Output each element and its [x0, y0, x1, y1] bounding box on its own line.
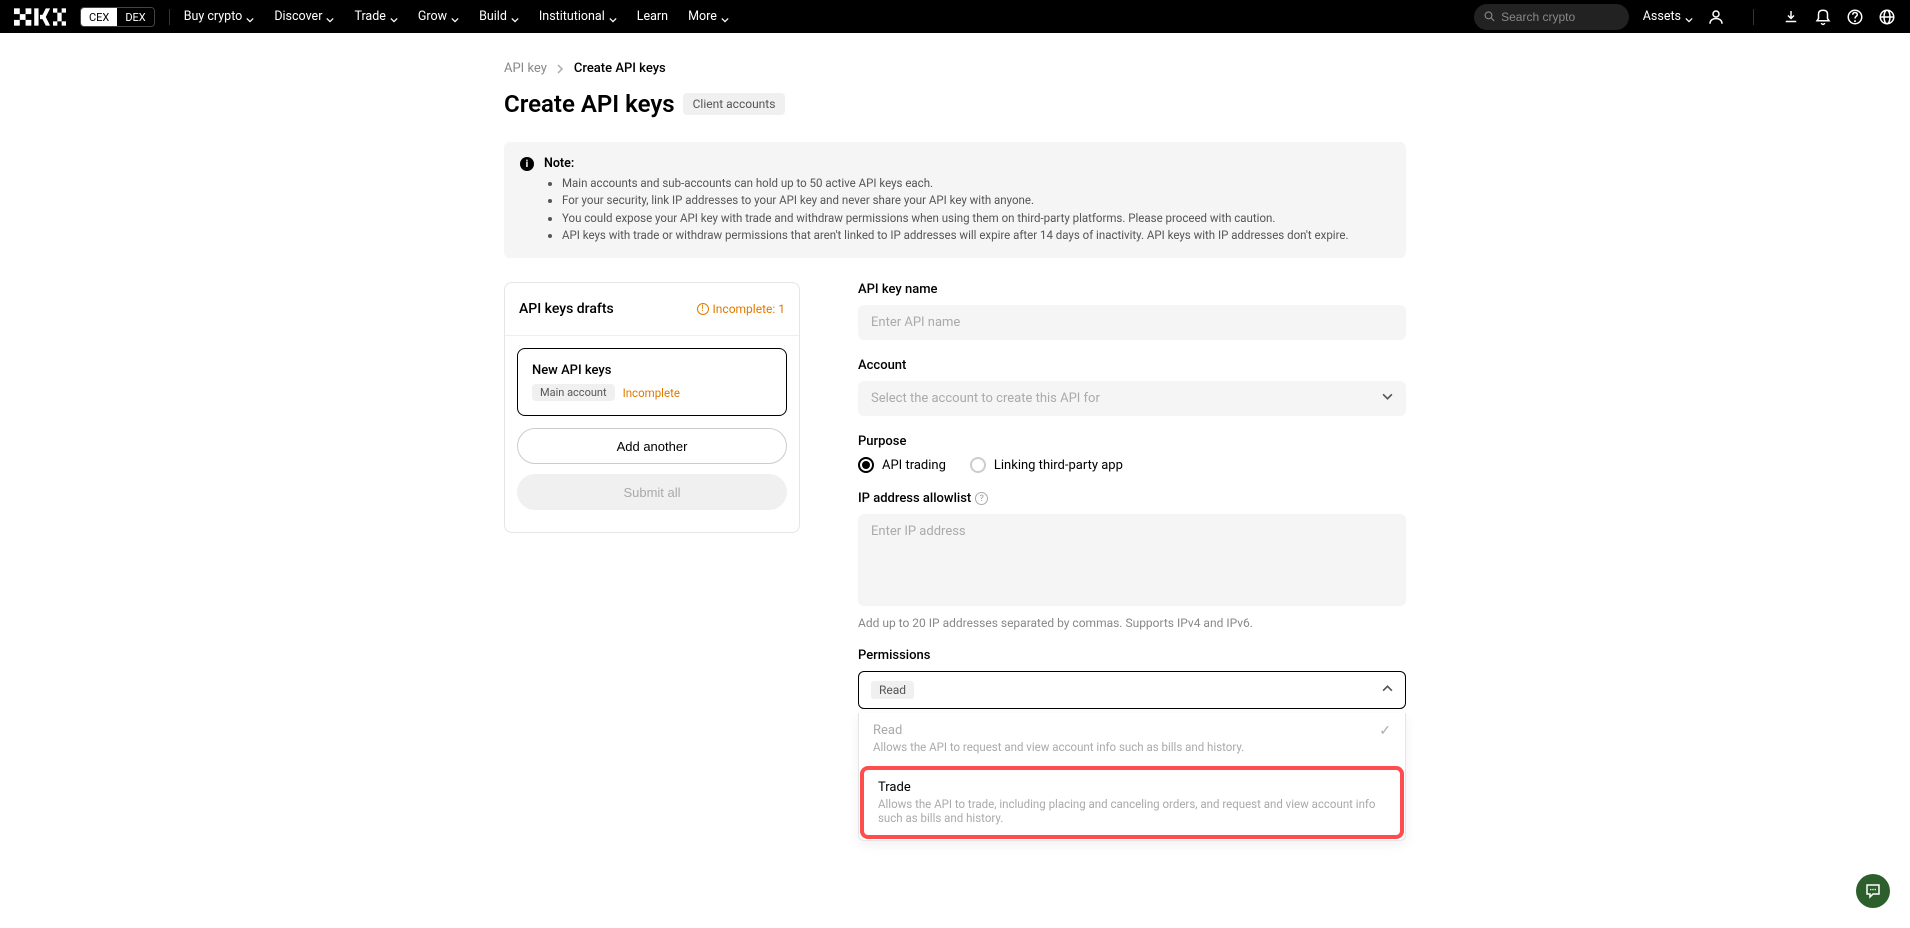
client-accounts-chip[interactable]: Client accounts: [683, 93, 786, 115]
account-label: Account: [858, 358, 1406, 373]
bell-icon[interactable]: [1814, 8, 1832, 26]
globe-icon[interactable]: [1878, 8, 1896, 26]
account-tag: Main account: [532, 384, 615, 401]
help-icon[interactable]: [1846, 8, 1864, 26]
nav-institutional[interactable]: Institutional: [539, 9, 617, 24]
nav-discover[interactable]: Discover: [274, 9, 334, 24]
chevron-down-icon: [246, 13, 254, 21]
api-name-input[interactable]: [858, 305, 1406, 340]
ip-allowlist-input[interactable]: [858, 514, 1406, 606]
draft-item[interactable]: New API keys Main account Incomplete: [517, 348, 787, 416]
ip-helper-text: Add up to 20 IP addresses separated by c…: [858, 616, 1406, 630]
exchange-toggle: CEX DEX: [80, 7, 155, 27]
purpose-api-trading-radio[interactable]: API trading: [858, 457, 946, 473]
draft-name: New API keys: [532, 363, 772, 378]
nav-build[interactable]: Build: [479, 9, 519, 24]
info-icon: i: [520, 157, 534, 171]
chevron-down-icon: [721, 13, 729, 21]
top-header: CEX DEX Buy crypto Discover Trade Grow B…: [0, 0, 1910, 33]
chat-fab[interactable]: [1856, 874, 1890, 908]
status-tag: Incomplete: [623, 386, 680, 400]
user-icon[interactable]: [1707, 8, 1725, 26]
chevron-down-icon: [609, 13, 617, 21]
account-select[interactable]: Select the account to create this API fo…: [858, 381, 1406, 416]
nav-grow[interactable]: Grow: [418, 9, 459, 24]
nav-trade[interactable]: Trade: [354, 9, 397, 24]
submit-all-button: Submit all: [517, 474, 787, 510]
note-item: You could expose your API key with trade…: [562, 210, 1349, 227]
chevron-down-icon: [326, 13, 334, 21]
search-icon: [1484, 10, 1495, 23]
check-icon: ✓: [1379, 723, 1391, 739]
cex-toggle[interactable]: CEX: [81, 8, 117, 26]
permissions-label: Permissions: [858, 648, 1406, 663]
chevron-right-icon: [557, 64, 564, 74]
help-icon[interactable]: ?: [975, 492, 988, 505]
nav-more[interactable]: More: [688, 9, 729, 24]
logo[interactable]: [14, 8, 66, 26]
note-item: For your security, link IP addresses to …: [562, 192, 1349, 209]
permissions-dropdown: Read Allows the API to request and view …: [858, 713, 1406, 841]
chat-icon: [1864, 882, 1882, 900]
page-title: Create API keys: [504, 90, 675, 118]
divider: [1753, 9, 1754, 25]
note-box: i Note: Main accounts and sub-accounts c…: [504, 142, 1406, 258]
search-box[interactable]: [1474, 4, 1629, 30]
drafts-card: API keys drafts ! Incomplete: 1 New API …: [504, 282, 800, 533]
breadcrumb-current: Create API keys: [574, 61, 666, 76]
purpose-third-party-radio[interactable]: Linking third-party app: [970, 457, 1123, 473]
search-input[interactable]: [1501, 10, 1619, 24]
breadcrumb-root[interactable]: API key: [504, 61, 547, 76]
ip-allowlist-label: IP address allowlist ?: [858, 491, 1406, 506]
incomplete-badge: ! Incomplete: 1: [697, 302, 785, 316]
permission-option-read[interactable]: Read Allows the API to request and view …: [859, 713, 1405, 764]
chevron-down-icon: [451, 13, 459, 21]
breadcrumb: API key Create API keys: [504, 61, 1406, 76]
permissions-select[interactable]: Read: [858, 671, 1406, 709]
purpose-label: Purpose: [858, 434, 1406, 449]
api-name-label: API key name: [858, 282, 1406, 297]
chevron-down-icon: [511, 13, 519, 21]
nav-learn[interactable]: Learn: [637, 9, 668, 24]
note-title: Note:: [544, 156, 1349, 171]
chevron-down-icon: [390, 13, 398, 21]
divider: [169, 9, 170, 25]
permission-option-trade[interactable]: Trade Allows the API to trade, including…: [860, 766, 1404, 839]
chevron-up-icon: [1382, 683, 1393, 698]
nav-buy-crypto[interactable]: Buy crypto: [184, 9, 255, 24]
dex-toggle[interactable]: DEX: [117, 8, 153, 26]
download-icon[interactable]: [1782, 8, 1800, 26]
warning-icon: !: [697, 303, 709, 315]
note-item: Main accounts and sub-accounts can hold …: [562, 175, 1349, 192]
chevron-down-icon: [1685, 13, 1693, 21]
main-nav: Buy crypto Discover Trade Grow Build Ins…: [184, 9, 729, 24]
chevron-down-icon: [1382, 391, 1393, 406]
add-another-button[interactable]: Add another: [517, 428, 787, 464]
note-item: API keys with trade or withdraw permissi…: [562, 227, 1349, 244]
assets-menu[interactable]: Assets: [1643, 9, 1693, 24]
drafts-title: API keys drafts: [519, 301, 614, 317]
